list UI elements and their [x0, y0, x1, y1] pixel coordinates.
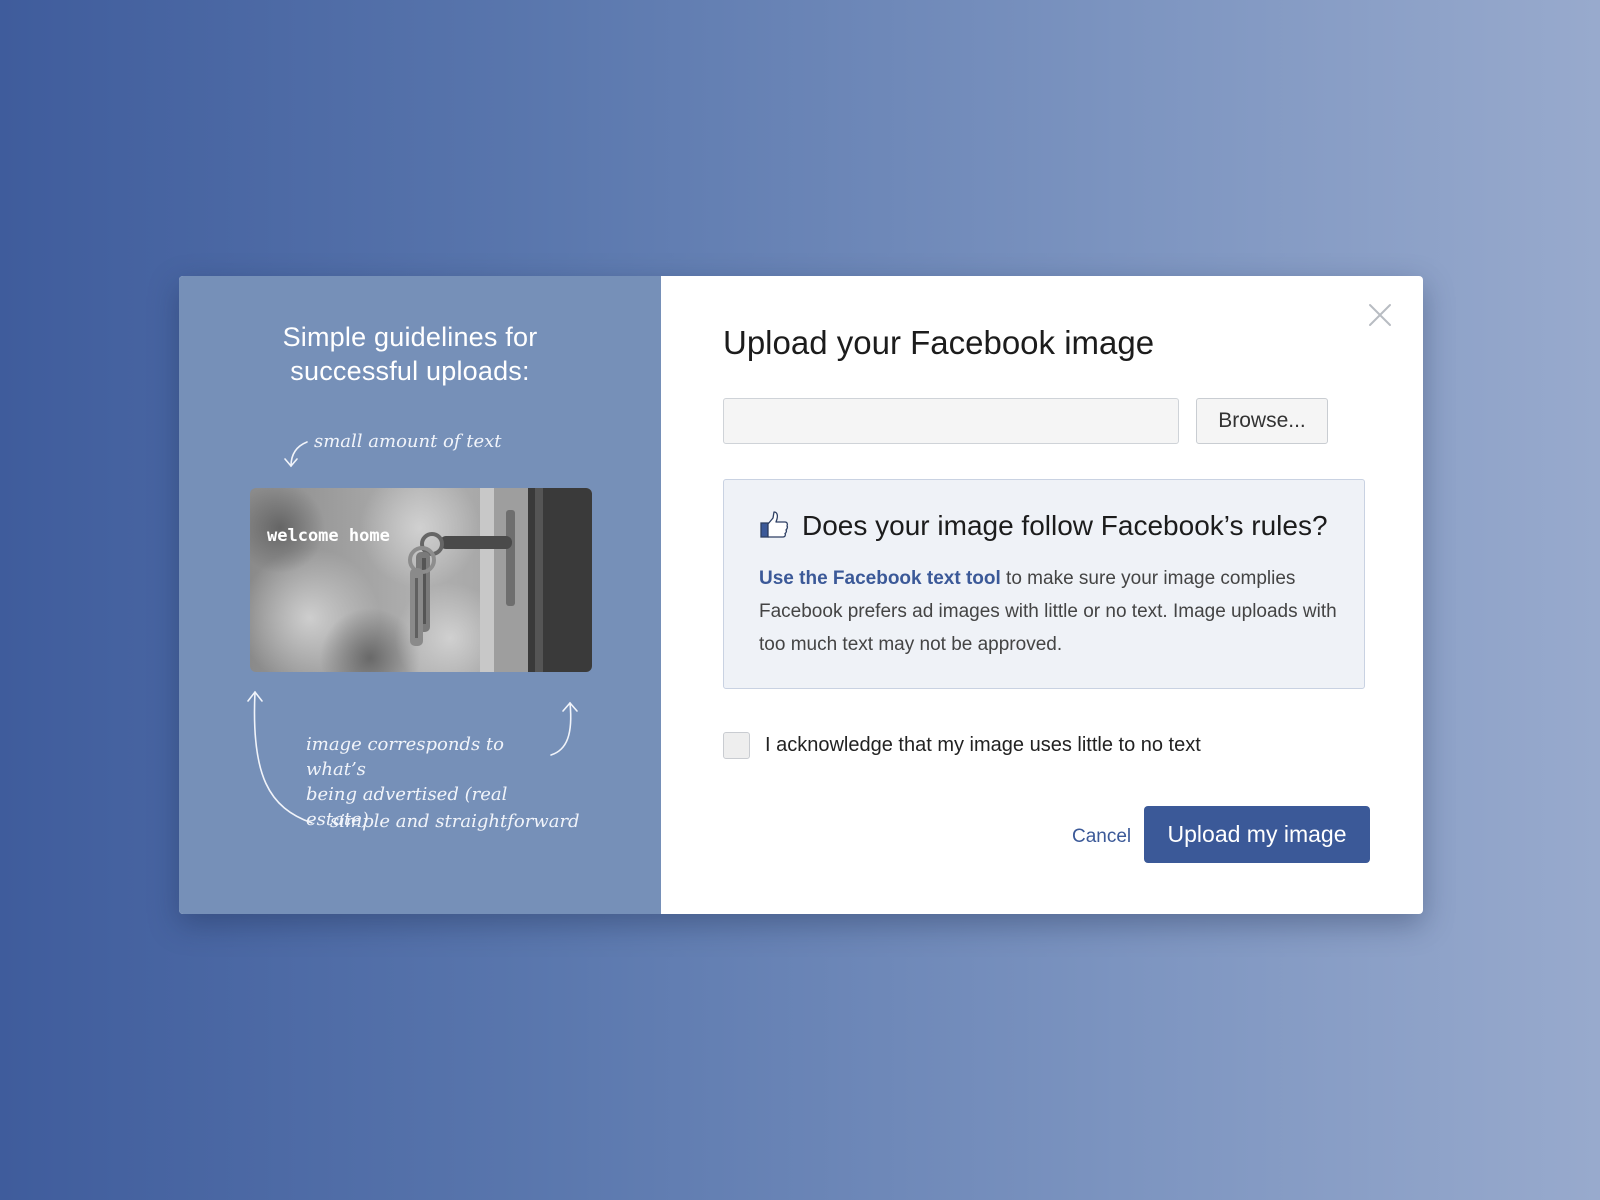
- guidelines-panel: Simple guidelines for successful uploads…: [179, 276, 661, 914]
- sample-image-graphic: [250, 488, 592, 672]
- guidelines-title: Simple guidelines for successful uploads…: [179, 320, 641, 388]
- arrow-to-caption-head: [284, 458, 298, 468]
- file-path-input[interactable]: [723, 398, 1179, 444]
- cancel-button[interactable]: Cancel: [1072, 826, 1131, 848]
- upload-button[interactable]: Upload my image: [1144, 806, 1370, 863]
- arrow-left-curve: [253, 691, 313, 824]
- annotation-text-amount: small amount of text: [314, 431, 502, 452]
- annotation-correspond-line1: image corresponds to what’s: [306, 734, 504, 780]
- rules-info-box: Does your image follow Facebook’s rules?…: [723, 479, 1365, 689]
- facebook-text-tool-link[interactable]: Use the Facebook text tool: [759, 568, 1001, 589]
- browse-button[interactable]: Browse...: [1196, 398, 1328, 444]
- close-button[interactable]: [1367, 302, 1393, 328]
- sample-ad-image: welcome home: [250, 488, 592, 672]
- sample-image-caption: welcome home: [267, 526, 390, 546]
- upload-modal: Simple guidelines for successful uploads…: [179, 276, 1423, 914]
- acknowledge-row: I acknowledge that my image uses little …: [723, 732, 1201, 759]
- acknowledge-checkbox[interactable]: [723, 732, 750, 759]
- guidelines-title-line2: successful uploads:: [290, 356, 530, 386]
- annotation-simple: simple and straightforward: [330, 811, 580, 832]
- acknowledge-label[interactable]: I acknowledge that my image uses little …: [765, 734, 1201, 757]
- thumbs-up-icon: [760, 511, 789, 538]
- guidelines-title-line1: Simple guidelines for: [282, 322, 538, 352]
- upload-panel: Upload your Facebook image Browse... Doe…: [661, 276, 1423, 914]
- arrow-to-caption: [290, 441, 308, 467]
- arrow-left-curve-head: [247, 690, 263, 702]
- close-icon: [1369, 304, 1391, 326]
- rules-body: Use the Facebook text tool to make sure …: [759, 562, 1339, 661]
- rules-title: Does your image follow Facebook’s rules?: [802, 510, 1328, 541]
- arrow-right-curve-head: [562, 701, 578, 712]
- modal-heading: Upload your Facebook image: [723, 324, 1155, 361]
